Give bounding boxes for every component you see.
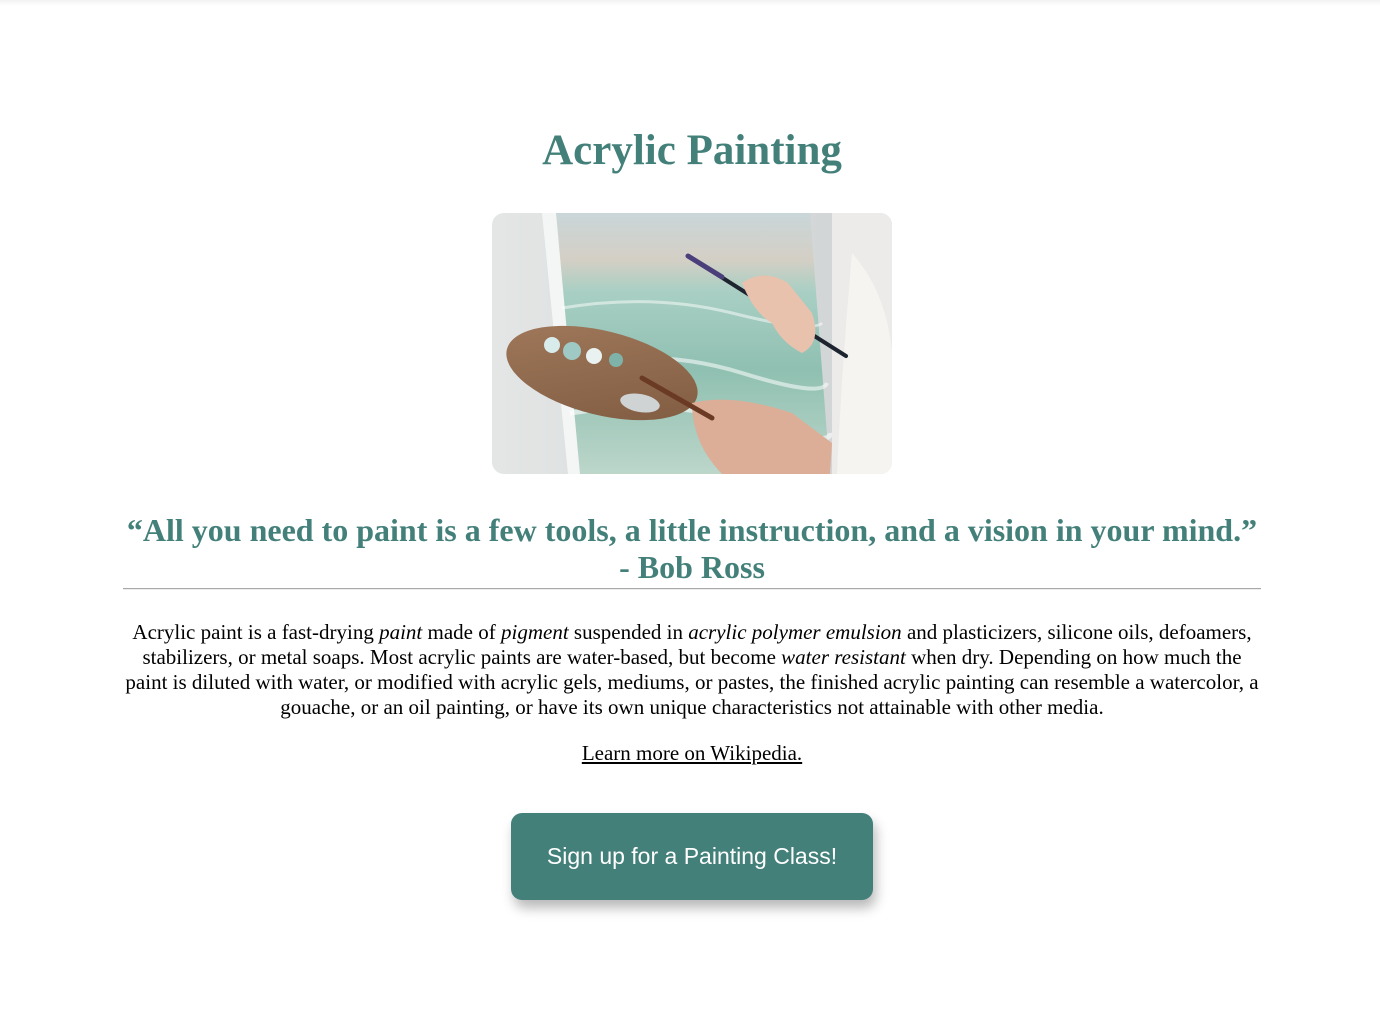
page-title: Acrylic Painting (542, 127, 842, 174)
quote-text: “All you need to paint is a few tools, a… (126, 512, 1258, 548)
description-paragraph: Acrylic paint is a fast-drying paint mad… (123, 620, 1261, 720)
quote: “All you need to paint is a few tools, a… (123, 512, 1261, 586)
description-emphasis: paint (379, 620, 423, 644)
divider (123, 588, 1261, 590)
description-emphasis: acrylic polymer emulsion (688, 620, 902, 644)
description-emphasis: water resistant (781, 645, 906, 669)
description-text: Acrylic paint is a fast-drying (132, 620, 380, 644)
hero-image (492, 213, 892, 474)
description-emphasis: pigment (501, 620, 569, 644)
wikipedia-link-label[interactable]: Learn more on Wikipedia. (582, 741, 802, 765)
signup-button[interactable]: Sign up for a Painting Class! (511, 813, 873, 900)
quote-author: - Bob Ross (619, 549, 765, 585)
description-text: made of (422, 620, 501, 644)
wikipedia-link[interactable]: Learn more on Wikipedia. (123, 741, 1261, 766)
cta-container: Sign up for a Painting Class! (511, 813, 873, 900)
window-top-shade (0, 0, 1380, 6)
description-text: suspended in (568, 620, 689, 644)
painting-illustration (492, 213, 892, 474)
